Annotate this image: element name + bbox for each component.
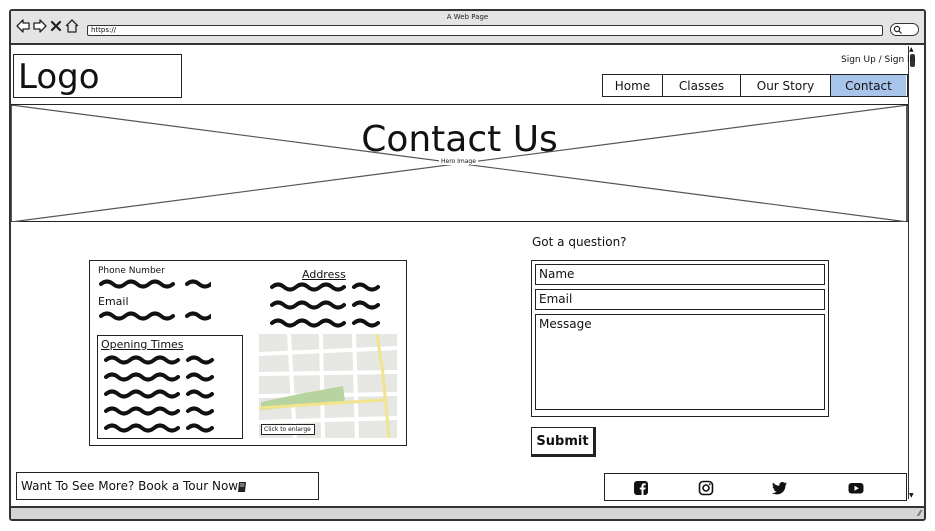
name-field[interactable]: Name [535,264,825,285]
hero-image-label: Hero Image [439,158,478,165]
nav-our-story[interactable]: Our Story [741,75,831,96]
nav-classes[interactable]: Classes [663,75,741,96]
email-field[interactable]: Email [535,289,825,310]
form-heading: Got a question? [532,235,627,249]
forward-icon[interactable] [33,19,47,33]
instagram-icon[interactable] [698,480,714,496]
sign-in-link[interactable]: Sign Up / Sign In [841,55,915,65]
address-label: Address [302,268,346,281]
twitter-icon[interactable] [772,480,788,496]
close-icon[interactable] [50,19,62,33]
url-field[interactable]: https:// [87,25,883,36]
browser-search[interactable] [890,23,919,36]
back-icon[interactable] [16,19,30,33]
window-title: A Web Page [446,13,489,21]
youtube-icon[interactable] [848,480,864,496]
scroll-up-icon[interactable]: ▲ [909,46,914,53]
social-links [604,473,907,501]
submit-button[interactable]: Submit [531,427,596,457]
main-nav: Home Classes Our Story Contact [602,74,908,97]
facebook-icon[interactable] [633,480,649,496]
hero-image: Contact Us Hero Image [11,104,908,222]
phone-label: Phone Number [98,266,165,276]
address-value-scribble [270,282,380,328]
browser-toolbar: A Web Page https:// [11,11,924,45]
opening-times-scribble [104,355,214,433]
map-image [259,334,397,438]
logo[interactable]: Logo [13,54,182,98]
book-icon [238,482,246,492]
contact-form: Name Email Message [531,260,829,417]
nav-contact[interactable]: Contact [831,75,906,96]
map-enlarge-button[interactable]: Click to enlarge [261,424,315,435]
search-icon [893,25,902,34]
vertical-scrollbar[interactable]: ▲ ▼ [908,46,917,499]
nav-home[interactable]: Home [603,75,663,96]
email-label: Email [98,295,129,308]
email-value-scribble [99,311,211,321]
scroll-down-icon[interactable]: ▼ [909,492,914,499]
opening-times-box: Opening Times [97,335,243,439]
message-field[interactable]: Message [535,314,825,410]
home-icon[interactable] [65,19,79,33]
resize-grip-icon[interactable]: ⁄⁄ [918,509,921,518]
location-map[interactable]: Click to enlarge [259,334,397,438]
browser-window: A Web Page https:// ▲ ▼ ⁄⁄ Logo Sign Up … [9,9,926,521]
book-tour-text: Want To See More? Book a Tour Now [21,479,239,493]
status-bar: ⁄⁄ [11,506,924,519]
phone-value-scribble [99,279,211,289]
hero-title: Contact Us [361,119,558,160]
contact-info-card: Phone Number Email Address Opening Times [89,260,407,446]
opening-times-label: Opening Times [101,338,184,351]
logo-text: Logo [18,57,100,97]
book-tour-link[interactable]: Want To See More? Book a Tour Now [16,472,319,500]
